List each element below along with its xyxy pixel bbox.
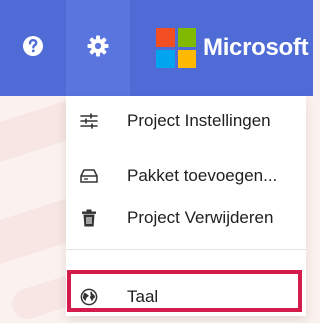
- menu-divider: [66, 249, 306, 250]
- microsoft-logo: [156, 28, 196, 68]
- top-bar: Microsoft: [0, 0, 313, 96]
- microsoft-brand: Microsoft: [156, 0, 309, 96]
- menu-item-add-package[interactable]: Pakket toevoegen...: [66, 156, 306, 196]
- menu-item-label: Taal: [127, 287, 159, 306]
- question-circle-icon: [22, 35, 44, 62]
- help-button[interactable]: [0, 0, 66, 96]
- trash-icon: [80, 209, 98, 227]
- menu-item-delete-project[interactable]: Project Verwijderen: [66, 198, 306, 238]
- menu-item-label: Pakket toevoegen...: [127, 166, 278, 185]
- settings-dropdown-menu: Project Instellingen Pakket toevoegen...…: [66, 96, 306, 316]
- menu-item-label: Project Verwijderen: [127, 208, 274, 227]
- menu-item-language[interactable]: Taal: [66, 277, 306, 317]
- brand-name: Microsoft: [203, 34, 309, 61]
- globe-icon: [80, 288, 98, 306]
- drive-icon: [80, 167, 98, 185]
- gear-icon: [87, 35, 109, 62]
- menu-item-label: Project Instellingen: [127, 111, 271, 130]
- settings-button[interactable]: [66, 0, 130, 96]
- menu-item-project-settings[interactable]: Project Instellingen: [66, 101, 306, 141]
- sliders-icon: [80, 112, 98, 130]
